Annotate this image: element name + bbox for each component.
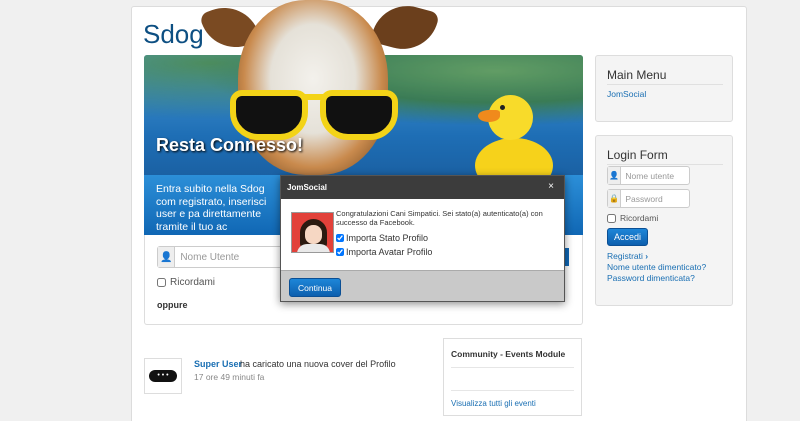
user-icon: 👤	[608, 167, 622, 184]
main-remember-checkbox[interactable]: Ricordami	[157, 277, 215, 288]
activity-avatar-icon: • • •	[149, 370, 177, 382]
sidebar-username-field[interactable]: 👤	[607, 166, 690, 185]
login-button[interactable]: Accedi	[607, 228, 648, 246]
sidebar-password-field[interactable]: 🔒	[607, 189, 690, 208]
or-label: oppure	[157, 300, 188, 310]
sidebar-remember-input[interactable]	[607, 213, 616, 223]
forgot-password-link[interactable]: Password dimenticata?	[607, 273, 695, 283]
duck-eye	[500, 105, 505, 110]
activity-text: ha caricato una nuova cover del Profilo	[240, 359, 396, 369]
continue-button[interactable]: Continua	[289, 278, 341, 297]
site-title[interactable]: Sdog	[143, 19, 204, 50]
main-username-input[interactable]	[175, 247, 286, 267]
modal-footer: Continua	[281, 270, 564, 301]
activity-user-link[interactable]: Super User	[194, 359, 242, 369]
modal-message: Congratulazioni Cani Simpatici. Sei stat…	[336, 209, 543, 227]
import-status-label: Importa Stato Profilo	[346, 233, 429, 243]
close-icon[interactable]: ×	[548, 181, 554, 192]
register-label: Registrati	[607, 251, 643, 261]
import-status-checkbox[interactable]: Importa Stato Profilo	[336, 233, 428, 243]
view-all-events-link[interactable]: Visualizza tutti gli eventi	[451, 399, 536, 408]
forgot-username-link[interactable]: Nome utente dimenticato?	[607, 262, 706, 272]
import-avatar-input[interactable]	[336, 248, 344, 256]
modal-title: JomSocial	[287, 183, 328, 192]
jomsocial-modal: JomSocial × Congratulazioni Cani Simpati…	[280, 175, 565, 302]
user-avatar	[291, 212, 334, 253]
duck-beak	[478, 110, 500, 122]
main-remember-label: Ricordami	[170, 277, 216, 288]
user-icon: 👤	[158, 247, 176, 267]
main-menu-module: Main Menu JomSocial	[595, 55, 733, 122]
main-remember-input[interactable]	[157, 278, 166, 287]
main-username-field[interactable]: 👤	[157, 246, 287, 268]
divider	[451, 390, 574, 391]
import-avatar-checkbox[interactable]: Importa Avatar Profilo	[336, 247, 432, 257]
divider	[607, 84, 723, 85]
events-module-title: Community - Events Module	[451, 349, 566, 359]
main-menu-title: Main Menu	[607, 68, 667, 82]
menu-item-jomsocial[interactable]: JomSocial	[607, 89, 646, 99]
import-status-input[interactable]	[336, 234, 344, 242]
modal-header: JomSocial ×	[281, 176, 564, 199]
chevron-right-icon: ›	[645, 251, 649, 261]
sunglasses-image	[230, 82, 410, 140]
sidebar-remember-checkbox[interactable]: Ricordami	[607, 213, 658, 223]
login-form-title: Login Form	[607, 148, 668, 162]
sidebar-password-input[interactable]	[621, 190, 689, 207]
divider	[607, 164, 723, 165]
sidebar-remember-label: Ricordami	[620, 213, 659, 223]
divider	[451, 367, 574, 368]
hero-title: Resta Connesso!	[156, 135, 304, 155]
activity-avatar[interactable]: • • •	[144, 358, 182, 394]
import-avatar-label: Importa Avatar Profilo	[346, 247, 433, 257]
register-link[interactable]: Registrati ›	[607, 251, 648, 261]
activity-time: 17 ore 49 minuti fa	[194, 372, 265, 382]
hero-text: Entra subito nella Sdog com registrato, …	[156, 183, 267, 233]
lock-icon: 🔒	[608, 190, 622, 207]
sidebar-username-input[interactable]	[621, 167, 689, 184]
